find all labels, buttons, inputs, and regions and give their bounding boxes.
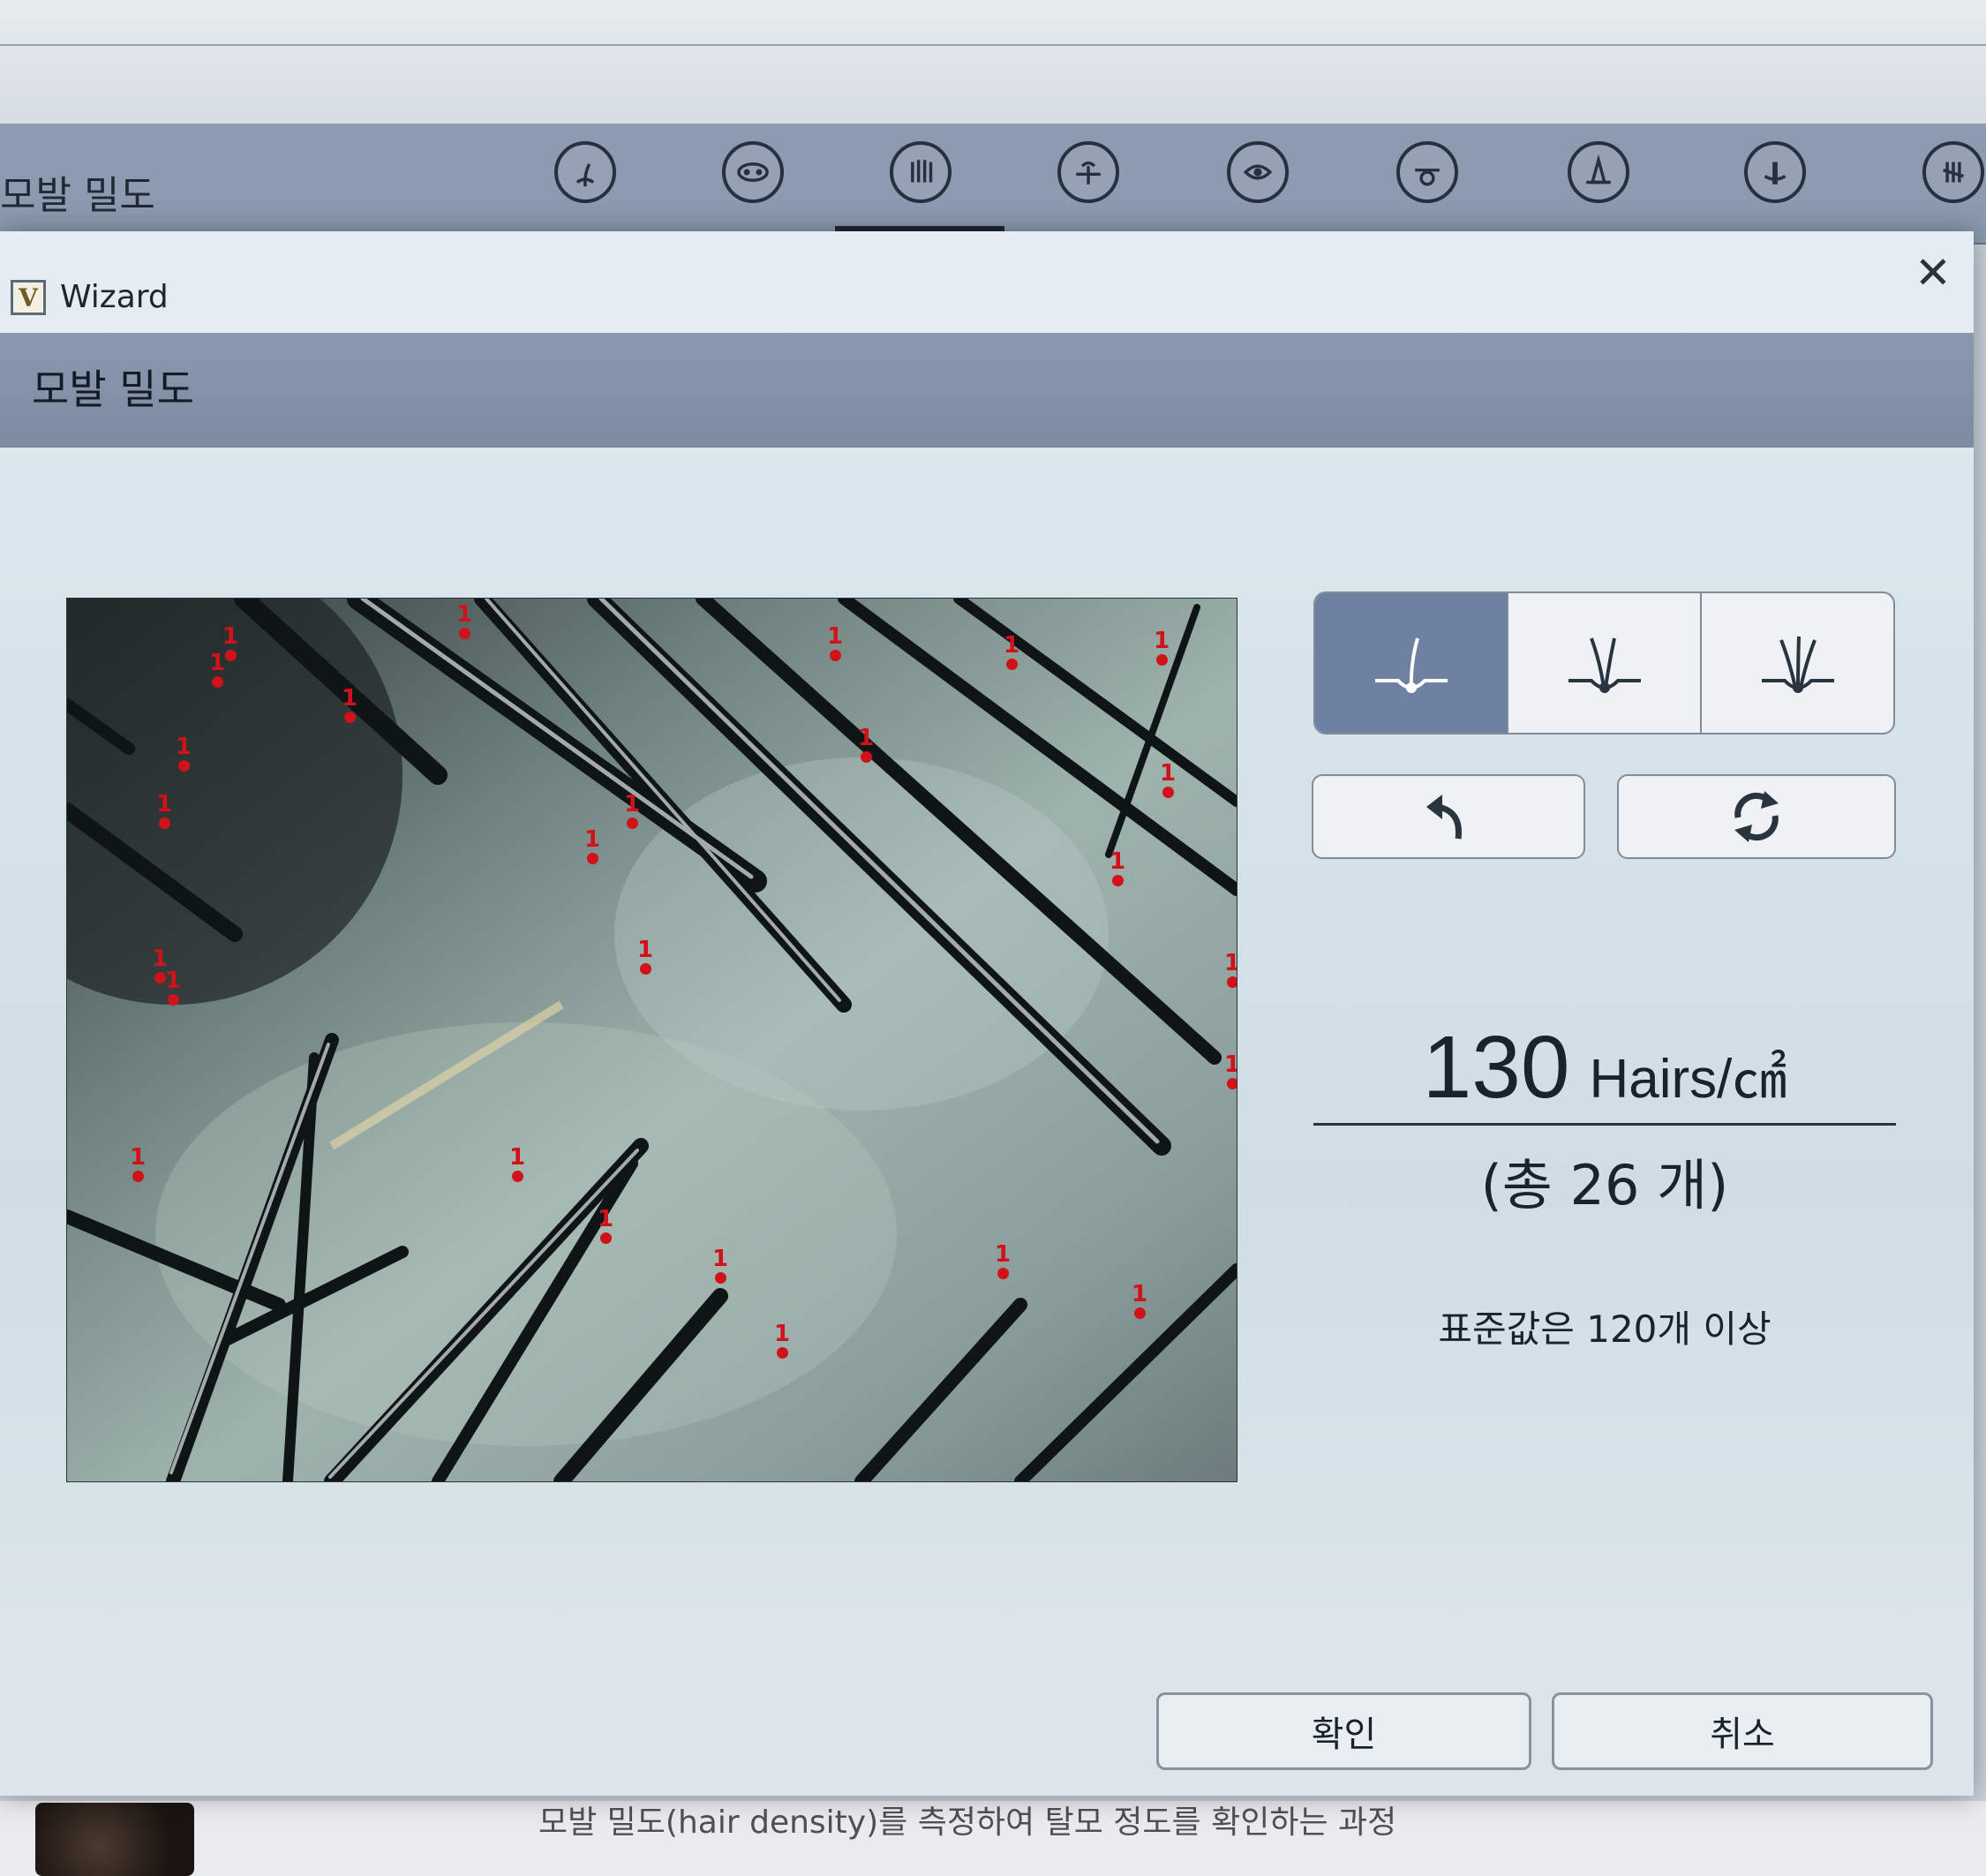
hair-marker: 1 [1109, 850, 1126, 886]
hair-marker: 1 [583, 828, 601, 864]
hair-loss-icon[interactable] [1922, 141, 1984, 203]
hair-density-icon[interactable] [890, 141, 952, 203]
triple-hair-icon [1761, 636, 1834, 693]
hair-marker-dot [1226, 1078, 1237, 1089]
hair-marker-dot [177, 760, 190, 772]
app-logo-icon: V [11, 280, 46, 315]
hair-marker: 1 [341, 687, 358, 723]
hair-marker-dot [1226, 976, 1237, 988]
density-value: 130 [1422, 1018, 1570, 1117]
wizard-dialog: V Wizard ✕ 모발 밀도 1 1 1 1 1 1 1 1 1 1 1 1… [0, 231, 1974, 1796]
hair-marker-dot [860, 751, 872, 763]
hair-marker: 1 [826, 625, 844, 661]
scalp-microscope-image[interactable]: 11111111111111111111111111 [66, 598, 1237, 1482]
hair-root-icon[interactable] [554, 141, 616, 203]
triple-hair-mode-button[interactable] [1702, 593, 1893, 733]
hair-marker: 1 [508, 1146, 526, 1182]
sebum-icon[interactable] [1057, 141, 1119, 203]
dialog-titlebar: V Wizard ✕ [0, 231, 1974, 333]
hair-marker: 1 [994, 1243, 1012, 1279]
hair-marker-dot [343, 712, 356, 723]
hair-marker: 1 [208, 652, 226, 688]
double-hair-icon [1568, 637, 1641, 693]
hair-marker-dot [511, 1171, 523, 1182]
hair-marker: 1 [711, 1247, 729, 1284]
refresh-icon [1734, 791, 1779, 842]
hair-marker-dot [714, 1272, 726, 1284]
hair-marker-dot [1155, 654, 1168, 666]
double-hair-mode-button[interactable] [1508, 593, 1702, 733]
keratin-icon[interactable] [1568, 141, 1629, 203]
close-icon[interactable]: ✕ [1911, 247, 1955, 298]
hair-marker: 1 [129, 1146, 147, 1182]
reset-button[interactable] [1617, 774, 1896, 859]
hair-marker-dot [167, 994, 179, 1006]
single-hair-icon [1374, 637, 1448, 693]
confirm-button[interactable]: 확인 [1156, 1692, 1531, 1770]
hair-marker: 1 [1131, 1283, 1148, 1319]
scalp-thumbnail[interactable] [35, 1803, 194, 1876]
hair-marker-dot [776, 1347, 788, 1359]
hair-marker-dot [586, 853, 598, 864]
total-hair-count: (총 26 개) [1480, 1153, 1729, 1217]
hair-marker-dot [158, 817, 170, 829]
app-topbar [0, 0, 1986, 124]
app-bottom-text: 모발 밀도(hair density)를 측정하여 탈모 정도를 확인하는 과정 [538, 1804, 1397, 1841]
standard-value-note: 표준값은 120개 이상 [1438, 1307, 1772, 1351]
density-unit: Hairs/㎠ [1589, 1049, 1787, 1110]
scalp-pores-icon[interactable] [1227, 141, 1289, 203]
app-divider [0, 44, 1986, 46]
scalp-cells-icon[interactable] [722, 141, 784, 203]
hair-marker-dot [458, 628, 470, 639]
hair-marker: 1 [155, 793, 173, 829]
hair-marker: 1 [164, 969, 182, 1006]
hair-marker: 1 [1003, 634, 1020, 670]
hair-marker-dot [626, 817, 638, 829]
hair-marker-dot [1111, 875, 1124, 886]
hair-marker: 1 [597, 1208, 614, 1244]
density-divider [1313, 1123, 1896, 1126]
hair-marker: 1 [857, 727, 875, 763]
dialog-window-title: Wizard [60, 279, 169, 315]
hair-marker: 1 [455, 603, 473, 639]
follicle-icon[interactable] [1396, 141, 1458, 203]
undo-icon [1426, 795, 1463, 840]
single-hair-mode-button[interactable] [1315, 593, 1508, 733]
hair-marker-dot [829, 650, 841, 661]
density-readout: 130 Hairs/㎠ [1313, 1017, 1896, 1119]
hair-marker: 1 [636, 938, 654, 975]
hair-marker-dot [1162, 787, 1174, 798]
cancel-button[interactable]: 취소 [1552, 1692, 1933, 1770]
hair-marker-dot [211, 676, 223, 688]
hair-marker: 1 [175, 735, 192, 772]
hair-marker-layer: 11111111111111111111111111 [67, 599, 1237, 1481]
hair-marker-dot [997, 1268, 1009, 1279]
hair-marker-dot [1005, 659, 1018, 670]
hair-marker-dot [599, 1232, 612, 1244]
hair-marker-dot [639, 963, 651, 975]
hair-marker: 1 [623, 793, 641, 829]
dialog-header: 모발 밀도 [0, 333, 1974, 448]
hair-marker: 1 [773, 1322, 791, 1359]
hair-marker-dot [1133, 1307, 1146, 1319]
undo-button[interactable] [1312, 774, 1585, 859]
hair-marker-dot [132, 1171, 144, 1182]
hair-marker: 1 [1153, 629, 1170, 666]
dialog-heading: 모발 밀도 [32, 365, 194, 413]
hair-count-mode-group [1313, 591, 1895, 735]
hair-marker: 1 [1223, 1053, 1237, 1089]
hair-marker: 1 [1223, 952, 1237, 988]
hair-marker-dot [224, 650, 237, 661]
hair-marker: 1 [1159, 762, 1177, 798]
app-title: 모발 밀도 [0, 173, 155, 218]
hair-thickness-icon[interactable] [1744, 141, 1806, 203]
